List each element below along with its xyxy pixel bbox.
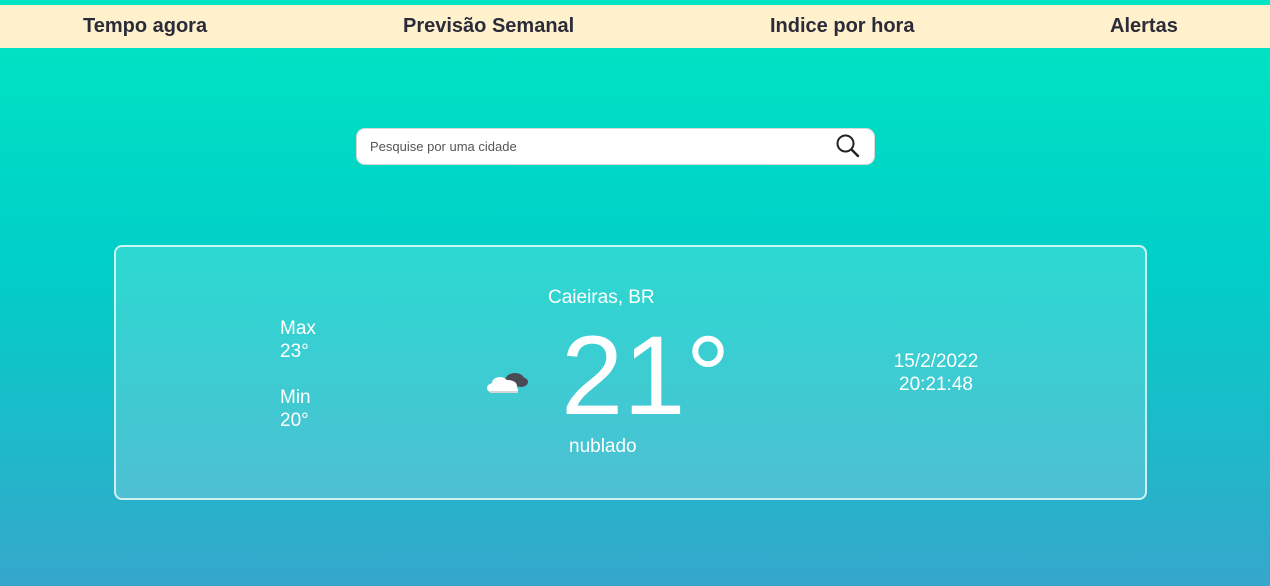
current-temperature: 21°	[561, 313, 731, 438]
current-time: 20:21:48	[899, 374, 973, 395]
search-input[interactable]	[357, 129, 827, 164]
weather-description: nublado	[569, 436, 637, 457]
nav-item-alertas[interactable]: Alertas	[1110, 5, 1178, 48]
min-max-panel: Max 23° Min 20°	[280, 317, 316, 432]
date-time: 15/2/2022 20:21:48	[876, 350, 996, 396]
current-date: 15/2/2022	[893, 351, 979, 372]
min-value: 20°	[280, 410, 309, 431]
search-icon[interactable]	[835, 133, 861, 159]
min-label: Min	[280, 387, 311, 408]
max-value: 23°	[280, 341, 309, 362]
nav-item-indice-por-hora[interactable]: Indice por hora	[770, 5, 914, 48]
city-name: Caieiras, BR	[548, 287, 655, 308]
weather-card: Max 23° Min 20° Caieiras, BR 21° nublado…	[114, 245, 1147, 500]
search-bar	[357, 129, 874, 164]
cloudy-night-icon	[484, 367, 530, 397]
top-navigation-bar: Tempo agora Previsão Semanal Indice por …	[0, 5, 1270, 48]
max-label: Max	[280, 318, 316, 339]
nav-item-tempo-agora[interactable]: Tempo agora	[83, 5, 207, 48]
nav-item-previsao-semanal[interactable]: Previsão Semanal	[403, 5, 574, 48]
